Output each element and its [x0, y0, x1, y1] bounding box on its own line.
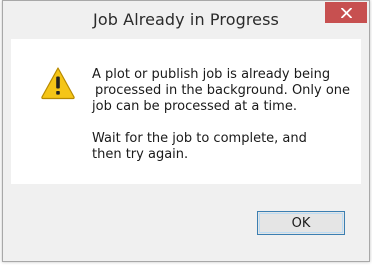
- message-text: A plot or publish job is already being p…: [92, 67, 351, 163]
- warning-icon: [41, 67, 75, 100]
- close-button[interactable]: [325, 2, 367, 23]
- dialog-title: Job Already in Progress: [93, 10, 279, 29]
- message-paragraph-2: Wait for the job to complete, and then t…: [92, 131, 347, 163]
- message-line: job can be processed at a time.: [92, 99, 297, 114]
- ok-button[interactable]: OK: [257, 211, 345, 235]
- message-line: processed in the background. Only one: [95, 83, 351, 98]
- title-bar[interactable]: Job Already in Progress: [3, 1, 369, 39]
- close-icon: [340, 7, 352, 18]
- message-area: A plot or publish job is already being p…: [11, 39, 361, 184]
- message-line: A plot or publish job is already being: [92, 67, 331, 82]
- message-paragraph-1: A plot or publish job is already being p…: [92, 67, 351, 115]
- message-line: Wait for the job to complete, and: [92, 131, 307, 146]
- message-line: then try again.: [92, 147, 189, 162]
